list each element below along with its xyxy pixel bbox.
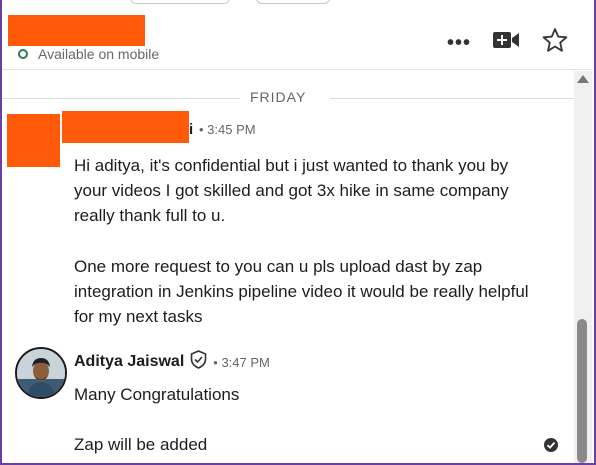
message-thread: FRIDAY i • 3:45 PM Hi aditya, it's confi… [2,71,574,463]
message-timestamp: • 3:47 PM [213,354,270,370]
scrollbar-thumb[interactable] [577,319,587,463]
message-text: Hi aditya, it's confidential but i just … [74,156,509,225]
online-status-icon [18,49,28,59]
redacted-contact-name [8,15,145,46]
divider-line [2,98,240,99]
redacted-avatar [7,114,60,167]
day-divider-label: FRIDAY [250,89,307,105]
scroll-up-arrow-icon[interactable] [577,75,589,83]
avatar[interactable] [15,347,67,399]
header-actions: ••• [447,27,568,58]
presence-status-label: Available on mobile [38,46,160,62]
seen-check-icon [543,437,559,458]
message-text: Many Congratulations [74,385,240,404]
sender-name[interactable]: Aditya Jaiswal [74,353,184,371]
redacted-sender-name [62,111,189,143]
video-call-icon[interactable] [493,30,520,55]
message-text: Zap will be added [74,435,208,454]
star-icon[interactable] [542,27,568,58]
sender-name-visible-part[interactable]: i [189,121,193,138]
more-icon[interactable]: ••• [447,33,471,53]
message-sender: Aditya Jaiswal • 3:47 PM [74,350,270,374]
day-divider: FRIDAY [2,88,574,108]
presence-status: Available on mobile [18,46,159,62]
thread-scrollbar[interactable] [574,71,592,463]
divider-line [330,98,574,99]
conversation-header: Available on mobile ••• [2,6,592,70]
verified-shield-icon [190,350,207,374]
message-text: One more request to you can u pls upload… [74,257,529,326]
message-timestamp: • 3:45 PM [199,122,256,137]
